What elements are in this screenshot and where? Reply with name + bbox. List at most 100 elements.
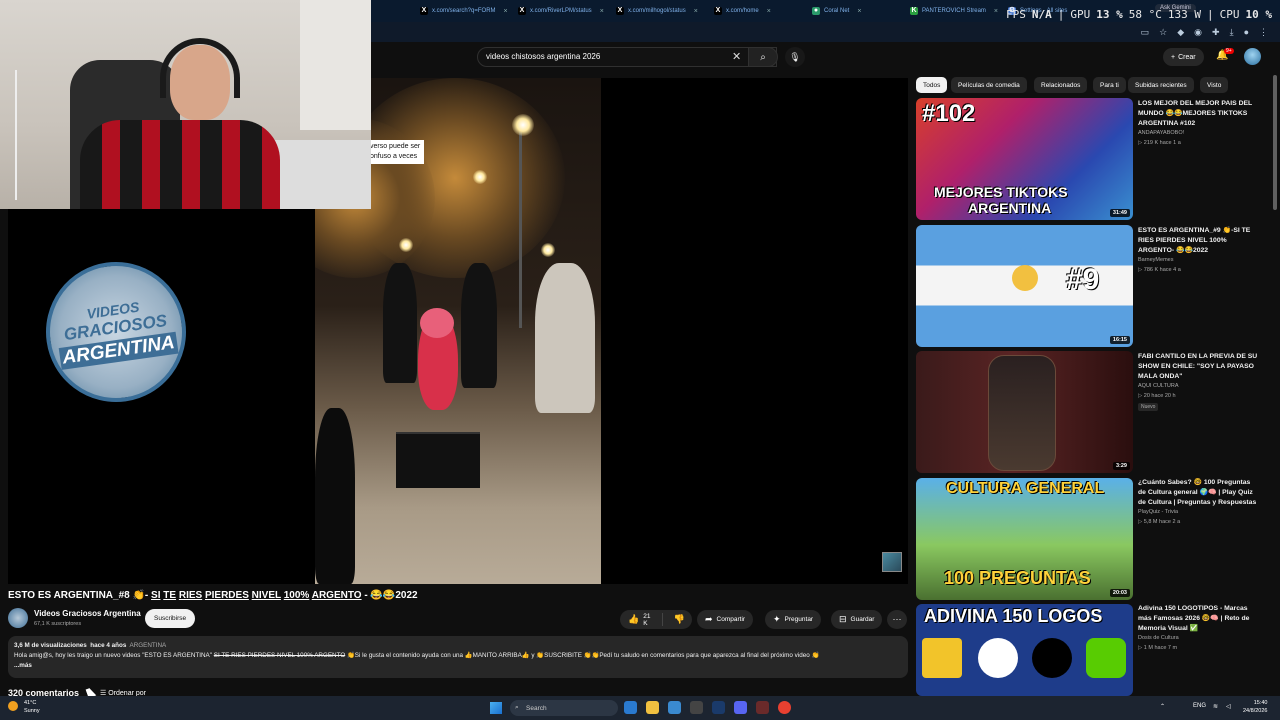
channel-name[interactable]: Videos Graciosos Argentina [34, 609, 141, 618]
clear-search-icon[interactable]: ✕ [732, 50, 741, 63]
close-tab-icon[interactable]: × [767, 8, 771, 15]
file-explorer-icon[interactable] [646, 701, 659, 714]
sparkle-icon: ✦ [773, 614, 781, 624]
duration-badge: 31:49 [1109, 209, 1130, 217]
speaker-box [396, 432, 480, 488]
recommendation-title[interactable]: Adivina 150 LOGOTIPOS - Marcas más Famos… [1138, 604, 1258, 634]
language-indicator[interactable]: ENG [1193, 703, 1206, 709]
windows-taskbar [0, 696, 1280, 720]
vertical-video-preview [988, 355, 1056, 471]
recommendation-thumbnail[interactable]: #102 MEJORES TIKTOKS ARGENTINA 31:49 [916, 98, 1133, 220]
chip-subidas-recientes[interactable]: Subidas recientes [1128, 77, 1194, 93]
channel-avatar[interactable] [8, 608, 28, 628]
hashtag-link[interactable]: RIES [179, 590, 202, 601]
menu-dots-icon[interactable]: ⋮ [1259, 27, 1268, 38]
recommendation-channel[interactable]: Dosis de Cultura [1138, 635, 1179, 641]
thumbs-down-icon: 👎 [673, 614, 685, 624]
download-icon[interactable]: ⤓ [1230, 27, 1234, 38]
save-button[interactable]: ⊟ Guardar [831, 610, 883, 629]
steam-icon[interactable] [712, 701, 725, 714]
copilot-icon[interactable] [668, 701, 681, 714]
close-tab-icon[interactable]: × [994, 8, 998, 15]
taskbar-search[interactable]: ⌕ Search [510, 700, 618, 716]
close-tab-icon[interactable]: × [504, 8, 508, 15]
duration-badge: 16:15 [1109, 336, 1130, 344]
recommendation-channel[interactable]: PlayQuiz - Trivia [1138, 509, 1178, 515]
coral-icon: ● [812, 7, 820, 15]
app-icon[interactable] [690, 701, 703, 714]
show-more-link[interactable]: ...más [14, 661, 902, 671]
chip-relacionados[interactable]: Relacionados [1034, 77, 1088, 93]
app-icon[interactable] [756, 701, 769, 714]
more-dots-icon: ⋯ [892, 614, 902, 624]
recommendation-title[interactable]: FABI CANTILO EN LA PREVIA DE SU SHOW EN … [1138, 352, 1258, 382]
browser-tab[interactable]: K PANTEROVICH Stream × [910, 3, 998, 19]
search-query: videos chistosos argentina 2026 [486, 52, 601, 61]
tray-chevron-icon[interactable]: ⌃ [1160, 703, 1165, 710]
thumbs-up-icon: 👍 [628, 614, 640, 624]
recommendation-title[interactable]: LOS MEJOR DEL MEJOR PAIS DEL MUNDO 😂😂MEJ… [1138, 99, 1258, 129]
hashtag-link[interactable]: ARGENTINA [130, 642, 167, 649]
recommendation-channel[interactable]: BarneyMemes [1138, 257, 1173, 263]
browser-tab[interactable]: X x.com/milhogol/status × [616, 3, 698, 19]
endscreen-channel-thumbnail[interactable] [882, 552, 902, 572]
recommendation-thumbnail[interactable]: 3:29 [916, 351, 1133, 473]
recommendation-title[interactable]: ¿Cuánto Sabes? 🤓 100 Preguntas de Cultur… [1138, 478, 1258, 508]
extension-icon[interactable]: ◆ [1177, 27, 1184, 38]
hashtag-link[interactable]: PIERDES [205, 590, 249, 601]
extension-icon[interactable]: ◉ [1194, 27, 1202, 38]
weather-widget[interactable]: 41°C Sunny [8, 699, 40, 715]
close-tab-icon[interactable]: × [694, 8, 698, 15]
recommendation-thumbnail[interactable]: #9 16:15 [916, 225, 1133, 347]
bookmark-star-icon[interactable]: ☆ [1159, 27, 1167, 38]
duolingo-logo-icon [1086, 638, 1126, 678]
x-logo-icon: X [518, 7, 526, 15]
chrome-icon[interactable] [778, 701, 791, 714]
chip-todos[interactable]: Todos [916, 77, 948, 93]
subscribe-button[interactable]: Suscribirse [145, 609, 196, 628]
account-avatar[interactable] [1244, 48, 1261, 65]
voice-search-button[interactable]: 🎙 [785, 47, 805, 67]
chrome-logo-icon [978, 638, 1018, 678]
recommendation-channel[interactable]: AQUI CULTURA [1138, 383, 1179, 389]
search-button[interactable]: ⌕ [748, 47, 778, 67]
hashtag-link[interactable]: TE [163, 590, 176, 601]
start-button-windows-icon[interactable] [490, 702, 502, 714]
recommendation-thumbnail[interactable]: ADIVINA 150 LOGOS [916, 604, 1133, 696]
recommendation-thumbnail[interactable]: CULTURA GENERAL 100 PREGUNTAS 20:03 [916, 478, 1133, 600]
hashtag-link[interactable]: 100% [284, 590, 310, 601]
duration-badge: 20:03 [1109, 589, 1130, 597]
volume-icon[interactable]: ◁ [1226, 703, 1231, 710]
recommendation-channel[interactable]: ANDAPAYABOBO! [1138, 130, 1184, 136]
create-button[interactable]: + Crear [1163, 48, 1204, 66]
wifi-icon[interactable]: ≋ [1213, 703, 1218, 710]
scrollbar-thumb[interactable] [1273, 75, 1277, 210]
ask-button[interactable]: ✦ Preguntar [765, 610, 822, 629]
browser-tab[interactable]: X x.com/home × [714, 3, 771, 19]
chip-peliculas-comedia[interactable]: Películas de comedia [951, 77, 1027, 93]
cast-icon[interactable]: ▭ [1141, 27, 1150, 38]
batman-logo-icon [1032, 638, 1072, 678]
like-button[interactable]: 👍 21 K [620, 613, 663, 627]
hashtag-link[interactable]: NIVEL [252, 590, 281, 601]
hashtag-link[interactable]: SI [151, 590, 160, 601]
profile-icon[interactable]: ● [1244, 27, 1249, 38]
edge-icon[interactable] [624, 701, 637, 714]
x-logo-icon: X [420, 7, 428, 15]
video-description[interactable]: 3,6 M de visualizaciones hace 4 años ARG… [8, 636, 908, 678]
discord-icon[interactable] [734, 701, 747, 714]
taskbar-clock[interactable]: 15:40 24/8/2026 [1243, 699, 1267, 715]
extensions-puzzle-icon[interactable]: ✚ [1212, 27, 1220, 38]
chip-visto[interactable]: Visto [1200, 77, 1229, 93]
hashtag-link[interactable]: ARGENTO [312, 590, 362, 601]
browser-tab[interactable]: X x.com/search?q=FORM × [420, 3, 508, 19]
close-tab-icon[interactable]: × [857, 8, 861, 15]
browser-tab[interactable]: ● Coral Net × [812, 3, 861, 19]
recommendation-title[interactable]: ESTO ES ARGENTINA_#9 👏-SI TE RIES PIERDE… [1138, 226, 1258, 256]
browser-tab[interactable]: X x.com/RiverLPM/status × [518, 3, 604, 19]
chip-para-ti[interactable]: Para ti [1093, 77, 1126, 93]
close-tab-icon[interactable]: × [600, 8, 604, 15]
more-actions-button[interactable]: ⋯ [887, 610, 907, 629]
dislike-button[interactable]: 👎 [667, 614, 692, 625]
share-button[interactable]: ➦ Compartir [697, 610, 754, 629]
